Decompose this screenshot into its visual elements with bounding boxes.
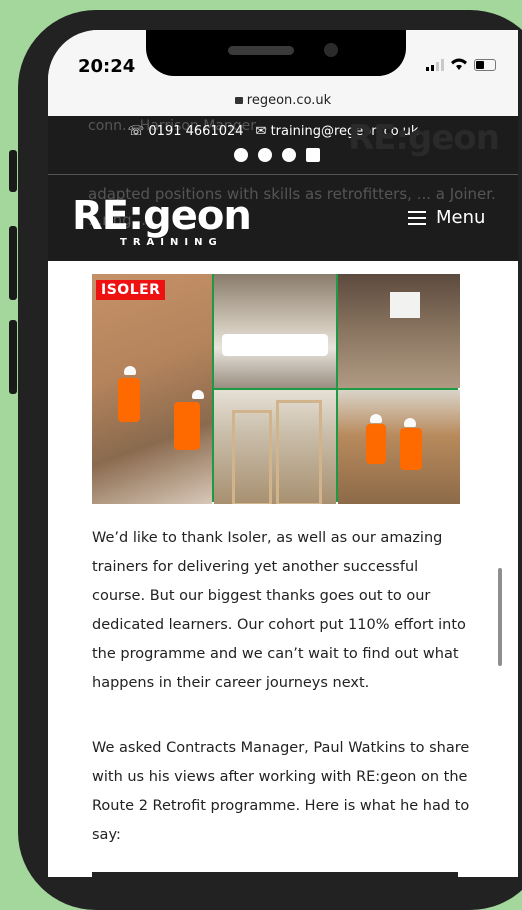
training-photo-collage: ISOLER [92,274,460,504]
site-logo-subtitle: TRAINING [120,237,223,248]
signal-icon [426,59,444,71]
status-icons [426,58,496,72]
video-embed[interactable] [92,872,458,877]
menu-label: Menu [436,207,486,228]
speaker-grille [228,46,294,55]
pinterest-icon[interactable] [258,148,272,162]
wifi-icon [450,56,468,75]
phone-number: 0191 4661024 [148,124,244,139]
phone-notch [146,30,406,76]
status-bar: 20:24 [48,30,518,86]
phone-side-button-2 [9,226,17,300]
site-header: adapted positions with skills as retrofi… [48,174,518,261]
phone-side-button-1 [9,150,17,192]
linkedin-icon[interactable] [306,148,320,162]
phone-side-button-3 [9,320,17,394]
address-bar[interactable]: regeon.co.uk [48,86,518,116]
phone-icon: ☏ [128,124,145,139]
site-top-bar: conn... Harrison Manger... ☏ 0191 466102… [48,116,518,174]
interview-intro-paragraph: We asked Contracts Manager, Paul Watkins… [92,740,470,843]
phone-link[interactable]: ☏ 0191 4661024 [128,124,244,139]
facebook-icon[interactable] [234,148,248,162]
background-logo-fragment: RE:geon [348,118,500,158]
photo-workers-insulating: ISOLER [92,274,212,504]
photo-timber-frame [214,390,336,504]
mail-icon: ✉ [255,124,267,139]
thanks-paragraph: We’d like to thank Isoler, as well as ou… [92,530,466,691]
address-url: regeon.co.uk [246,93,332,108]
instagram-icon[interactable] [282,148,296,162]
phone-screen: 20:24 regeon.co.uk conn... Harrison Mang… [48,30,518,877]
social-links [234,148,320,162]
hamburger-icon [408,210,426,225]
photo-classroom [214,274,336,388]
site-logo[interactable]: RE:geon [72,193,252,239]
photo-presentation [338,274,460,388]
photo-workers-wall [338,390,460,504]
battery-icon [474,59,496,71]
scrollbar[interactable] [498,568,502,666]
lock-icon [234,97,243,104]
front-camera [324,43,338,57]
isoler-badge: ISOLER [96,280,166,300]
menu-button[interactable]: Menu [408,207,485,228]
status-time: 20:24 [78,56,136,77]
